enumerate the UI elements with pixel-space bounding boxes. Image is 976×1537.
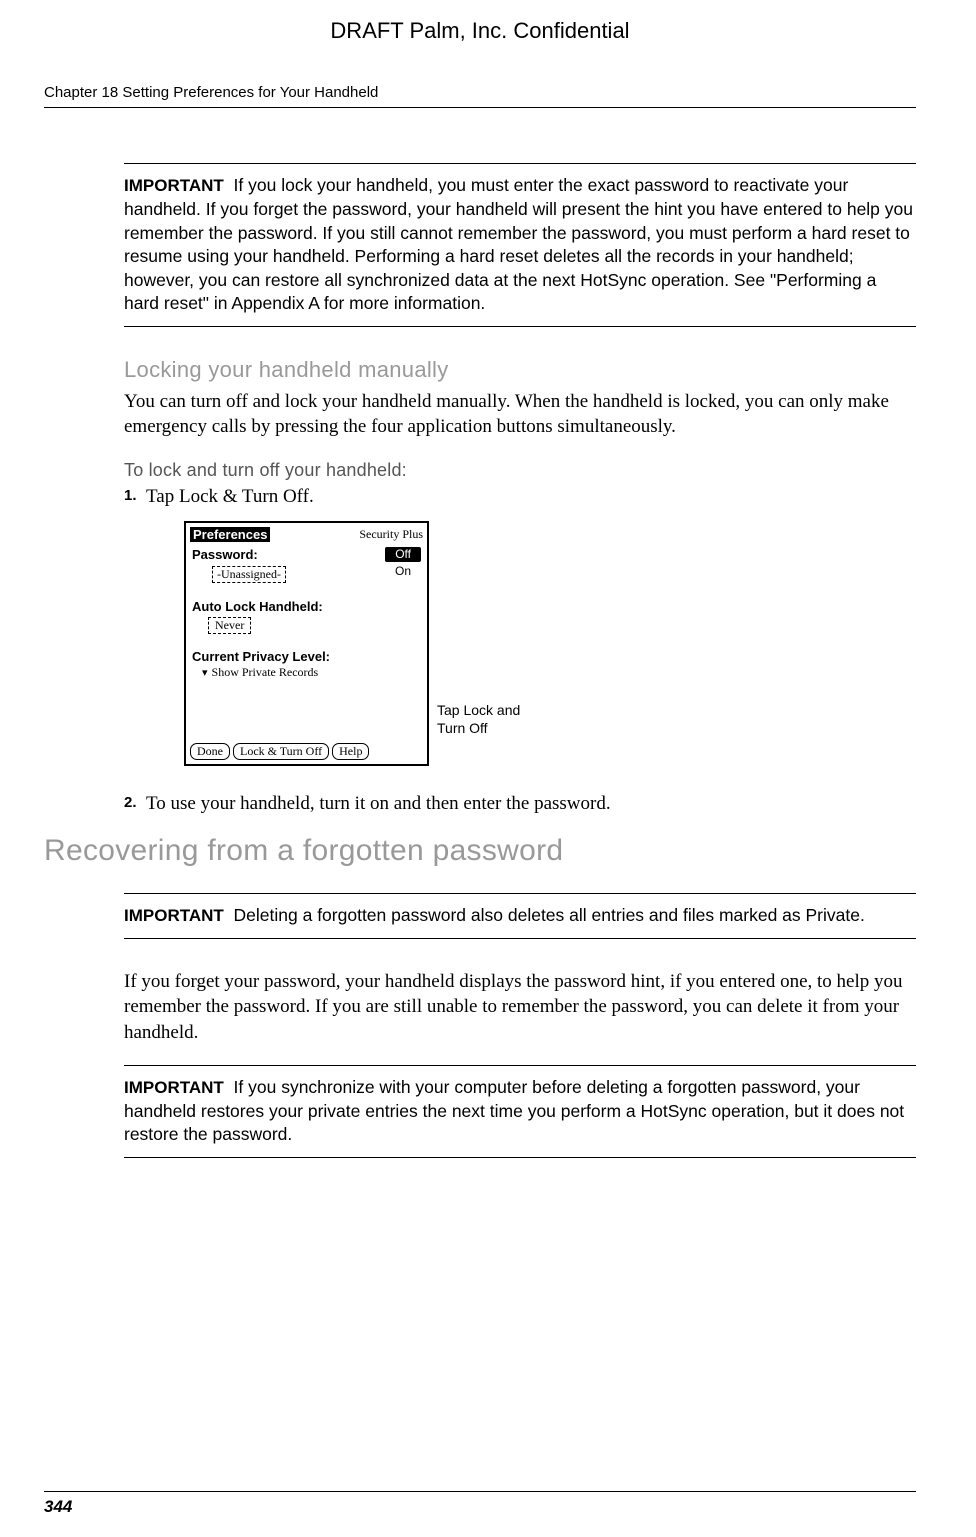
page-footer: 344 [44,1491,916,1517]
chapter-header: Chapter 18 Setting Preferences for Your … [44,84,916,108]
page-number: 344 [44,1497,72,1516]
step-text: To use your handheld, turn it on and the… [146,791,611,816]
palm-menu-security: Security Plus [359,527,423,542]
step-text: Tap Lock & Turn Off. [146,484,314,509]
important-note-2: IMPORTANT Deleting a forgotten password … [124,893,916,939]
important-label: IMPORTANT [124,176,224,195]
palm-lock-turnoff-button: Lock & Turn Off [233,743,329,760]
important-label: IMPORTANT [124,1078,224,1097]
palm-unassigned-field: -Unassigned- [212,566,286,583]
palm-show-private: Show Private Records [212,665,319,680]
screenshot-row: Preferences Security Plus Password: Off … [184,521,916,766]
step-number: 1. [124,484,146,509]
step-2: 2. To use your handheld, turn it on and … [124,791,916,816]
section-heading-recovering: Recovering from a forgotten password [44,834,916,868]
important-note-1: IMPORTANT If you lock your handheld, you… [124,163,916,327]
palm-password-label: Password: [192,547,258,562]
body-locking: You can turn off and lock your handheld … [124,389,916,440]
draft-header: DRAFT Palm, Inc. Confidential [44,18,916,44]
step-number: 2. [124,791,146,816]
procedure-heading: To lock and turn off your handheld: [124,460,916,481]
palm-preferences-screenshot: Preferences Security Plus Password: Off … [184,521,429,766]
palm-privacy-label: Current Privacy Level: [192,649,330,664]
xref-appendix-a[interactable]: Appendix A [231,293,319,313]
palm-help-button: Help [332,743,369,760]
body-forget-password: If you forget your password, your handhe… [124,969,916,1045]
palm-title: Preferences [190,527,270,542]
important-label: IMPORTANT [124,906,224,925]
section-heading-locking: Locking your handheld manually [124,357,916,383]
dropdown-arrow-icon: ▾ [202,666,208,679]
step-1: 1. Tap Lock & Turn Off. [124,484,916,509]
palm-never-field: Never [208,617,251,634]
palm-on-option: On [385,564,421,591]
palm-off-selected: Off [385,547,421,562]
palm-autolock-label: Auto Lock Handheld: [192,599,323,614]
important-note-3: IMPORTANT If you synchronize with your c… [124,1065,916,1158]
callout-label: Tap Lock and Turn Off [437,701,527,737]
important-text: Deleting a forgotten password also delet… [234,905,865,925]
palm-done-button: Done [190,743,230,760]
important-text: If you synchronize with your computer be… [124,1077,904,1145]
